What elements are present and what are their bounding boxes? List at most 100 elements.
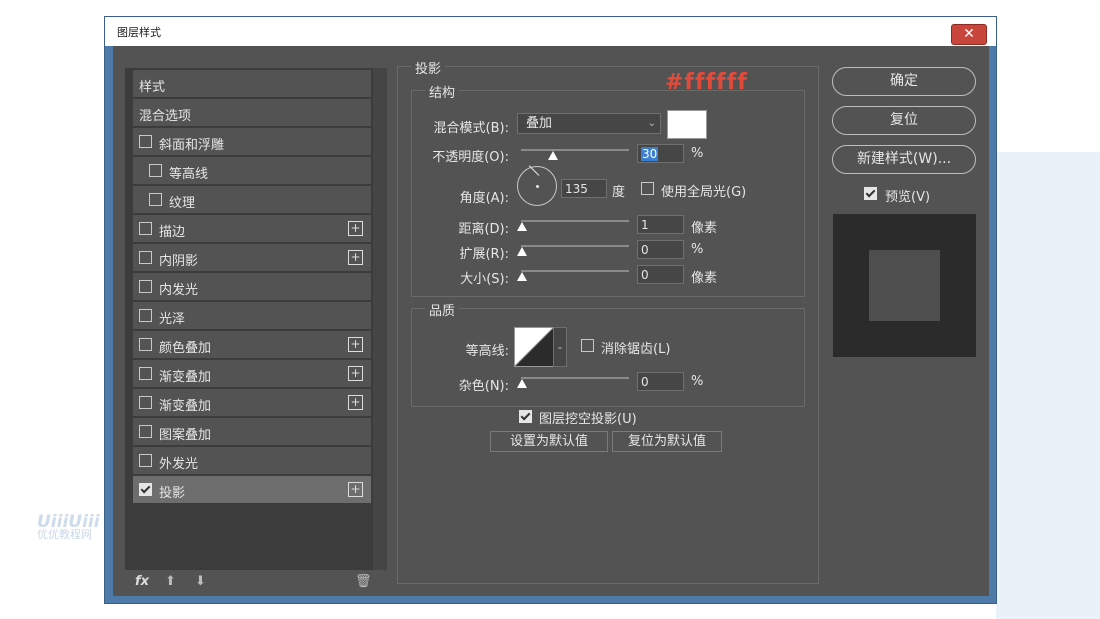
effect-checkbox[interactable] bbox=[139, 135, 152, 148]
move-up-icon[interactable]: ⬆ bbox=[165, 574, 176, 589]
structure-title: 结构 bbox=[425, 82, 460, 101]
effect-label: 渐变叠加 bbox=[159, 370, 212, 385]
angle-dial-needle bbox=[528, 165, 540, 176]
effect-label: 纹理 bbox=[169, 196, 196, 211]
opacity-slider[interactable] bbox=[521, 149, 629, 151]
effect-checkbox[interactable] bbox=[139, 367, 152, 380]
effect-checkbox[interactable] bbox=[139, 338, 152, 351]
effect-item[interactable]: 颜色叠加 + bbox=[133, 331, 371, 358]
background-band bbox=[996, 152, 1100, 619]
spread-slider[interactable] bbox=[521, 245, 629, 247]
reset-button[interactable]: 复位 bbox=[832, 106, 976, 135]
shadow-color-swatch[interactable] bbox=[667, 110, 707, 139]
effect-label: 外发光 bbox=[159, 457, 199, 472]
noise-slider[interactable] bbox=[521, 377, 629, 379]
effect-item[interactable]: 渐变叠加 + bbox=[133, 389, 371, 416]
antialias-checkbox[interactable] bbox=[581, 339, 594, 352]
add-effect-plus-icon[interactable]: + bbox=[348, 395, 363, 410]
effect-checkbox[interactable] bbox=[139, 483, 152, 496]
effect-label: 等高线 bbox=[169, 167, 209, 182]
effect-item[interactable]: 图案叠加 bbox=[133, 418, 371, 445]
effect-checkbox[interactable] bbox=[139, 396, 152, 409]
effect-checkbox[interactable] bbox=[139, 280, 152, 293]
global-light-checkbox[interactable] bbox=[641, 182, 654, 195]
new-style-button[interactable]: 新建样式(W)... bbox=[832, 145, 976, 174]
effect-label: 混合选项 bbox=[139, 109, 192, 124]
effects-toolbar: fx ⬆ ⬇ 🗑 bbox=[125, 570, 387, 596]
effect-checkbox[interactable] bbox=[149, 193, 162, 206]
distance-input[interactable]: 1 bbox=[637, 215, 684, 234]
add-effect-plus-icon[interactable]: + bbox=[348, 250, 363, 265]
effect-item[interactable]: 投影 + bbox=[133, 476, 371, 503]
knockout-checkbox[interactable] bbox=[519, 410, 532, 423]
close-button[interactable]: ✕ bbox=[951, 24, 987, 45]
preview-checkbox[interactable] bbox=[864, 187, 877, 200]
effect-checkbox[interactable] bbox=[139, 251, 152, 264]
color-annotation: #ffffff bbox=[665, 70, 748, 95]
opacity-value: 30 bbox=[641, 147, 659, 161]
effect-checkbox[interactable] bbox=[149, 164, 162, 177]
opacity-slider-thumb[interactable] bbox=[548, 151, 559, 160]
angle-label: 角度(A): bbox=[459, 191, 509, 206]
knockout-label: 图层挖空投影(U) bbox=[539, 412, 637, 427]
effect-checkbox[interactable] bbox=[139, 222, 152, 235]
size-input[interactable]: 0 bbox=[637, 265, 684, 284]
effects-list: 样式 混合选项 斜面和浮雕 等高线 纹理 描边 + 内阴影 + 内发光 光泽 颜色叠加 + 渐变叠加 + 渐变… bbox=[125, 68, 387, 570]
fx-icon[interactable]: fx bbox=[135, 574, 149, 589]
move-down-icon[interactable]: ⬇ bbox=[195, 574, 206, 589]
spread-label: 扩展(R): bbox=[459, 247, 509, 262]
effect-item[interactable]: 内发光 bbox=[133, 273, 371, 300]
contour-preview[interactable] bbox=[514, 327, 554, 367]
effect-label: 斜面和浮雕 bbox=[159, 138, 225, 153]
distance-slider[interactable] bbox=[521, 220, 629, 222]
angle-input[interactable]: 135 bbox=[561, 179, 607, 198]
noise-input[interactable]: 0 bbox=[637, 372, 684, 391]
effect-item[interactable]: 外发光 bbox=[133, 447, 371, 474]
effect-item[interactable]: 描边 + bbox=[133, 215, 371, 242]
angle-dial[interactable] bbox=[517, 165, 557, 206]
contour-label: 等高线: bbox=[465, 344, 509, 359]
size-slider-thumb[interactable] bbox=[517, 272, 527, 281]
noise-slider-thumb[interactable] bbox=[517, 379, 527, 388]
effect-item[interactable]: 混合选项 bbox=[133, 99, 371, 126]
contour-dropdown-chevron-icon[interactable]: ⌄ bbox=[553, 327, 567, 367]
trash-icon[interactable]: 🗑 bbox=[355, 574, 372, 589]
angle-unit: 度 bbox=[612, 185, 626, 200]
effect-item[interactable]: 斜面和浮雕 bbox=[133, 128, 371, 155]
effect-item[interactable]: 等高线 bbox=[133, 157, 371, 184]
preview-label: 预览(V) bbox=[885, 190, 931, 205]
distance-slider-thumb[interactable] bbox=[517, 222, 527, 231]
blend-mode-select[interactable]: 叠加 ⌄ bbox=[517, 113, 661, 134]
blend-mode-value: 叠加 bbox=[526, 116, 553, 131]
dialog-body: 样式 混合选项 斜面和浮雕 等高线 纹理 描边 + 内阴影 + 内发光 光泽 颜色叠加 + 渐变叠加 + 渐变… bbox=[37, 46, 989, 596]
opacity-input[interactable]: 30 bbox=[637, 144, 684, 163]
spread-slider-thumb[interactable] bbox=[517, 247, 527, 256]
spread-unit: % bbox=[691, 242, 704, 257]
chevron-down-icon: ⌄ bbox=[647, 118, 656, 129]
size-slider[interactable] bbox=[521, 270, 629, 272]
effect-checkbox[interactable] bbox=[139, 425, 152, 438]
effect-checkbox[interactable] bbox=[139, 454, 152, 467]
spread-input[interactable]: 0 bbox=[637, 240, 684, 259]
effect-checkbox[interactable] bbox=[139, 309, 152, 322]
opacity-label: 不透明度(O): bbox=[432, 150, 509, 165]
effect-label: 图案叠加 bbox=[159, 428, 212, 443]
add-effect-plus-icon[interactable]: + bbox=[348, 221, 363, 236]
ok-button[interactable]: 确定 bbox=[832, 67, 976, 96]
effect-item[interactable]: 样式 bbox=[133, 70, 371, 97]
effect-label: 光泽 bbox=[159, 312, 186, 327]
make-default-button[interactable]: 设置为默认值 bbox=[490, 431, 608, 452]
add-effect-plus-icon[interactable]: + bbox=[348, 337, 363, 352]
effect-item[interactable]: 纹理 bbox=[133, 186, 371, 213]
reset-default-button[interactable]: 复位为默认值 bbox=[612, 431, 722, 452]
effect-item[interactable]: 内阴影 + bbox=[133, 244, 371, 271]
noise-label: 杂色(N): bbox=[458, 379, 509, 394]
add-effect-plus-icon[interactable]: + bbox=[348, 482, 363, 497]
global-light-label: 使用全局光(G) bbox=[661, 185, 747, 200]
effect-item[interactable]: 渐变叠加 + bbox=[133, 360, 371, 387]
title-bar: 图层样式 ✕ bbox=[105, 17, 996, 46]
effects-list-scrollbar[interactable] bbox=[373, 68, 387, 570]
add-effect-plus-icon[interactable]: + bbox=[348, 366, 363, 381]
opacity-unit: % bbox=[691, 146, 704, 161]
effect-item[interactable]: 光泽 bbox=[133, 302, 371, 329]
